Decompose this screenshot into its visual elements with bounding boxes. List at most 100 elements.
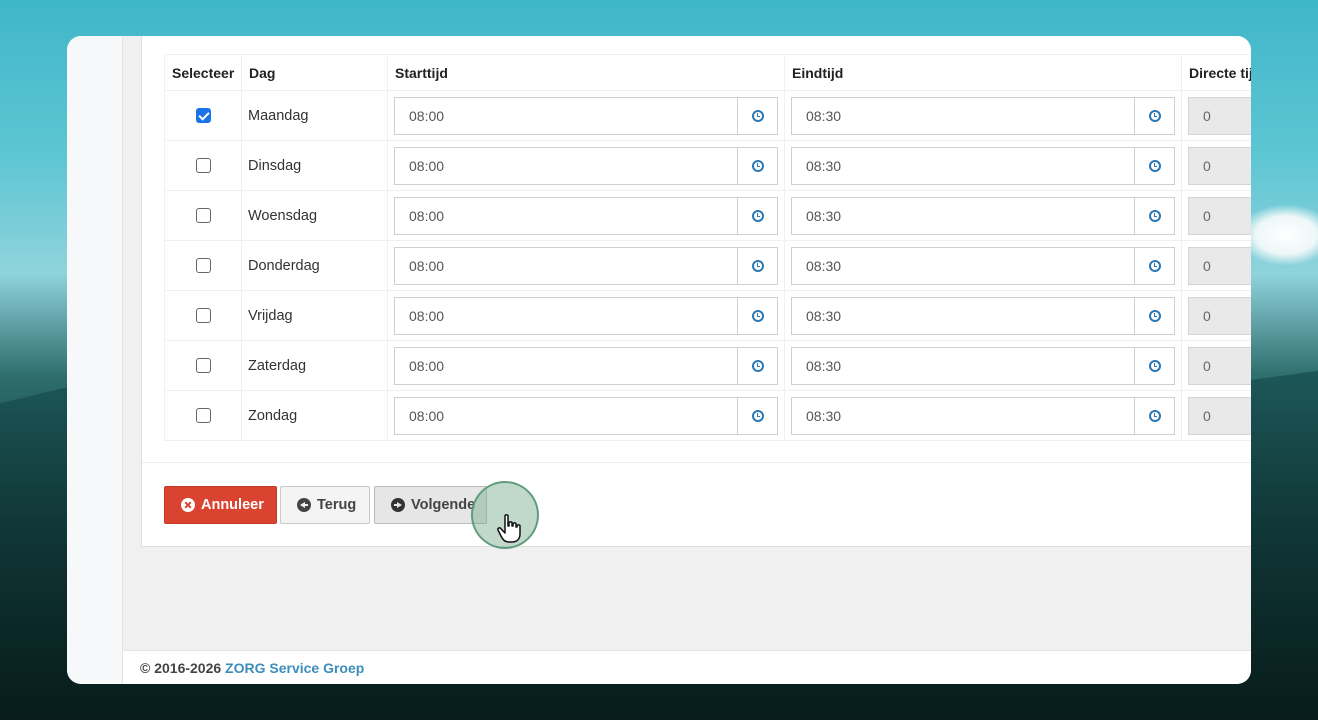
direct-time-readonly-field: 0	[1188, 196, 1251, 235]
table-header-row: Selecteer Dag Starttijd Eindtijd Directe…	[164, 54, 1251, 91]
start-time-cell: 08:00	[387, 290, 785, 341]
end-time-picker-button[interactable]	[1134, 397, 1174, 434]
start-time-input[interactable]: 08:00	[394, 296, 778, 335]
left-sidebar	[67, 36, 123, 684]
day-name: Vrijdag	[241, 290, 388, 341]
end-time-picker-button[interactable]	[1134, 197, 1174, 234]
end-time-picker-button[interactable]	[1134, 147, 1174, 184]
clock-icon	[751, 409, 764, 422]
end-time-input[interactable]: 08:30	[791, 196, 1175, 235]
start-time-input[interactable]: 08:00	[394, 346, 778, 385]
start-time-picker-button[interactable]	[737, 397, 777, 434]
back-button-label: Terug	[317, 497, 357, 513]
clock-icon	[1148, 159, 1161, 172]
end-time-input[interactable]: 08:30	[791, 246, 1175, 285]
direct-time-readonly-field: 0	[1188, 296, 1251, 335]
start-time-value[interactable]: 08:00	[395, 198, 737, 234]
select-cell	[164, 290, 242, 341]
clock-icon	[751, 309, 764, 322]
direct-time-cell: 0	[1181, 190, 1251, 241]
start-time-value[interactable]: 08:00	[395, 348, 737, 384]
clock-icon	[1148, 209, 1161, 222]
end-time-cell: 08:30	[784, 390, 1182, 441]
end-time-cell: 08:30	[784, 340, 1182, 391]
start-time-value[interactable]: 08:00	[395, 148, 737, 184]
footer-brand-link[interactable]: ZORG Service Groep	[225, 660, 364, 676]
weekday-schedule-table: Selecteer Dag Starttijd Eindtijd Directe…	[164, 54, 1251, 441]
end-time-picker-button[interactable]	[1134, 97, 1174, 134]
next-button[interactable]: Volgende	[374, 486, 487, 524]
end-time-input[interactable]: 08:30	[791, 396, 1175, 435]
start-time-picker-button[interactable]	[737, 197, 777, 234]
table-body: Maandag 08:00 08:30 0 Dinsdag 08:00 08:30 0 Woen…	[164, 90, 1251, 441]
day-checkbox[interactable]	[195, 408, 211, 424]
schedule-panel: Selecteer Dag Starttijd Eindtijd Directe…	[141, 36, 1251, 549]
day-checkbox[interactable]	[195, 308, 211, 324]
direct-time-cell: 0	[1181, 90, 1251, 141]
start-time-input[interactable]: 08:00	[394, 246, 778, 285]
start-time-value[interactable]: 08:00	[395, 398, 737, 434]
end-time-value[interactable]: 08:30	[792, 198, 1134, 234]
cancel-button[interactable]: Annuleer	[164, 486, 277, 524]
start-time-picker-button[interactable]	[737, 347, 777, 384]
direct-time-cell: 0	[1181, 140, 1251, 191]
end-time-picker-button[interactable]	[1134, 297, 1174, 334]
end-time-input[interactable]: 08:30	[791, 346, 1175, 385]
end-time-value[interactable]: 08:30	[792, 98, 1134, 134]
end-time-value[interactable]: 08:30	[792, 298, 1134, 334]
clock-icon	[751, 159, 764, 172]
hand-cursor-icon	[497, 514, 521, 543]
start-time-input[interactable]: 08:00	[394, 196, 778, 235]
start-time-cell: 08:00	[387, 140, 785, 191]
select-cell	[164, 190, 242, 241]
arrow-circle-left-icon	[297, 498, 311, 512]
start-time-value[interactable]: 08:00	[395, 248, 737, 284]
start-time-cell: 08:00	[387, 390, 785, 441]
day-checkbox[interactable]	[195, 108, 211, 124]
end-time-picker-button[interactable]	[1134, 247, 1174, 284]
start-time-value[interactable]: 08:00	[395, 298, 737, 334]
end-time-value[interactable]: 08:30	[792, 248, 1134, 284]
direct-time-cell: 0	[1181, 290, 1251, 341]
table-row: Vrijdag 08:00 08:30 0	[164, 290, 1251, 341]
day-name: Dinsdag	[241, 140, 388, 191]
header-start-time: Starttijd	[387, 54, 785, 91]
table-row: Zondag 08:00 08:30 0	[164, 390, 1251, 441]
start-time-cell: 08:00	[387, 340, 785, 391]
clock-icon	[1148, 409, 1161, 422]
start-time-picker-button[interactable]	[737, 297, 777, 334]
day-name: Woensdag	[241, 190, 388, 241]
footer-copyright: © 2016-2026	[140, 660, 222, 676]
start-time-cell: 08:00	[387, 240, 785, 291]
cancel-button-label: Annuleer	[201, 497, 264, 513]
end-time-cell: 08:30	[784, 140, 1182, 191]
end-time-value[interactable]: 08:30	[792, 348, 1134, 384]
day-name: Zondag	[241, 390, 388, 441]
select-cell	[164, 340, 242, 391]
direct-time-readonly-field: 0	[1188, 346, 1251, 385]
start-time-picker-button[interactable]	[737, 97, 777, 134]
direct-time-cell: 0	[1181, 240, 1251, 291]
start-time-value[interactable]: 08:00	[395, 98, 737, 134]
day-checkbox[interactable]	[195, 158, 211, 174]
start-time-input[interactable]: 08:00	[394, 146, 778, 185]
back-button[interactable]: Terug	[280, 486, 370, 524]
end-time-input[interactable]: 08:30	[791, 146, 1175, 185]
end-time-value[interactable]: 08:30	[792, 148, 1134, 184]
start-time-input[interactable]: 08:00	[394, 396, 778, 435]
end-time-input[interactable]: 08:30	[791, 296, 1175, 335]
start-time-input[interactable]: 08:00	[394, 96, 778, 135]
day-name: Donderdag	[241, 240, 388, 291]
table-row: Dinsdag 08:00 08:30 0	[164, 140, 1251, 191]
start-time-picker-button[interactable]	[737, 247, 777, 284]
end-time-value[interactable]: 08:30	[792, 398, 1134, 434]
header-direct-time: Directe tij	[1181, 54, 1251, 91]
day-checkbox[interactable]	[195, 358, 211, 374]
day-checkbox[interactable]	[195, 258, 211, 274]
end-time-picker-button[interactable]	[1134, 347, 1174, 384]
start-time-picker-button[interactable]	[737, 147, 777, 184]
select-cell	[164, 390, 242, 441]
clock-icon	[1148, 109, 1161, 122]
day-checkbox[interactable]	[195, 208, 211, 224]
end-time-input[interactable]: 08:30	[791, 96, 1175, 135]
